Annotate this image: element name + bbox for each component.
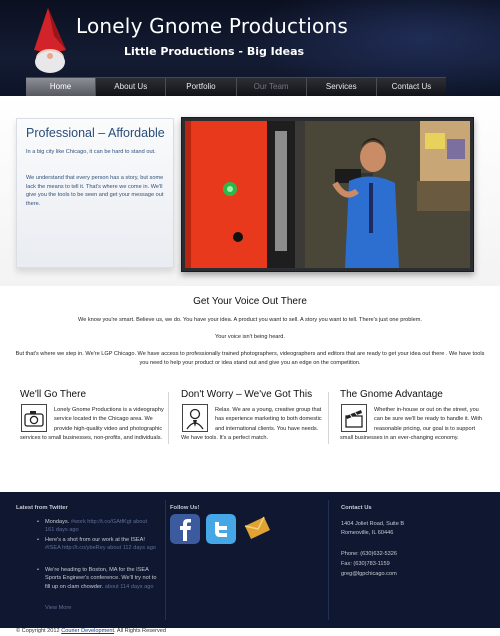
nav-about-us[interactable]: About Us [96,78,167,96]
nav-home[interactable]: Home [26,78,97,96]
twitter-icon[interactable] [206,514,236,544]
facebook-icon[interactable] [170,514,200,544]
nav-contact-us[interactable]: Contact Us [377,78,446,96]
footer-divider [165,500,166,620]
column-3-title: The Gnome Advantage [340,389,443,400]
copyright-text: © Copyright 2012 [16,628,60,634]
tweet-item: • Mondays. #work http://t.co/GAtfKgt abo… [37,519,148,534]
bullet: • [37,567,39,573]
column-divider [328,392,329,444]
footer-divider [328,500,329,620]
intro-paragraph-2: We understand that every person has a st… [26,175,164,207]
intro-title: Professional – Affordable [26,126,165,140]
column-2-title: Don't Worry – We've Got This [181,389,313,400]
contact-heading: Contact Us [341,505,372,511]
column-3-text: Whether in-house or out on the street, y… [340,407,483,442]
phone-number: Phone: (630)632-5326 [341,551,397,557]
site-tagline: Little Productions - Big Ideas [124,45,305,58]
voice-paragraph-2: Your voice isn't being heard. [215,334,285,340]
view-more-link[interactable]: View More [45,605,71,611]
tweet-link[interactable]: about 114 days ago [105,584,154,590]
hero-photo [185,121,470,268]
videographer-photo [185,121,470,268]
column-2-text: Relax. We are a young, creative group th… [181,407,322,442]
voice-title: Get Your Voice Out There [193,296,307,307]
nav-portfolio[interactable]: Portfolio [166,78,237,96]
rights-text: All Rights Reserved [116,628,166,634]
main-nav: Home About Us Portfolio Our Team Service… [26,77,446,96]
address-line-1: 1404 Joliet Road, Suite B [341,521,405,527]
site-footer [0,492,500,628]
tweet-item: • Here's a shot from our work at the ISE… [37,537,156,552]
developer-link[interactable]: Courier Development [61,628,114,634]
voice-paragraph-3: But that's where we step in. We're LGP C… [15,351,485,366]
nav-our-team[interactable]: Our Team [237,78,307,96]
email-icon[interactable] [242,514,272,544]
intro-paragraph-1: In a big city like Chicago, it can be ha… [26,149,156,155]
site-title[interactable]: Lonely Gnome Productions [76,14,348,38]
nav-services[interactable]: Services [307,78,377,96]
address-line-2: Romeoville, IL 60446 [341,530,394,536]
copyright-bar: © Copyright 2012 Courier Development. Al… [0,628,500,636]
gnome-logo-icon[interactable] [26,6,74,76]
tweet-link[interactable]: #ISEA http://t.co/ybeRey about 112 days … [45,545,156,551]
twitter-heading: Latest from Twitter [16,505,68,511]
column-divider [168,392,169,444]
column-1-title: We'll Go There [20,389,87,400]
bullet: • [37,519,39,525]
email-address[interactable]: greg@lgpchicago.com [341,571,397,577]
column-1-text: Lonely Gnome Productions is a videograph… [20,407,164,442]
tweet-item: • We're heading to Boston, MA for the IS… [37,567,157,590]
follow-heading: Follow Us! [170,505,200,511]
bullet: • [37,537,39,543]
fax-number: Fax: (630)783-1159 [341,561,390,567]
voice-paragraph-1: We know you're smart. Believe us, we do.… [78,317,422,323]
